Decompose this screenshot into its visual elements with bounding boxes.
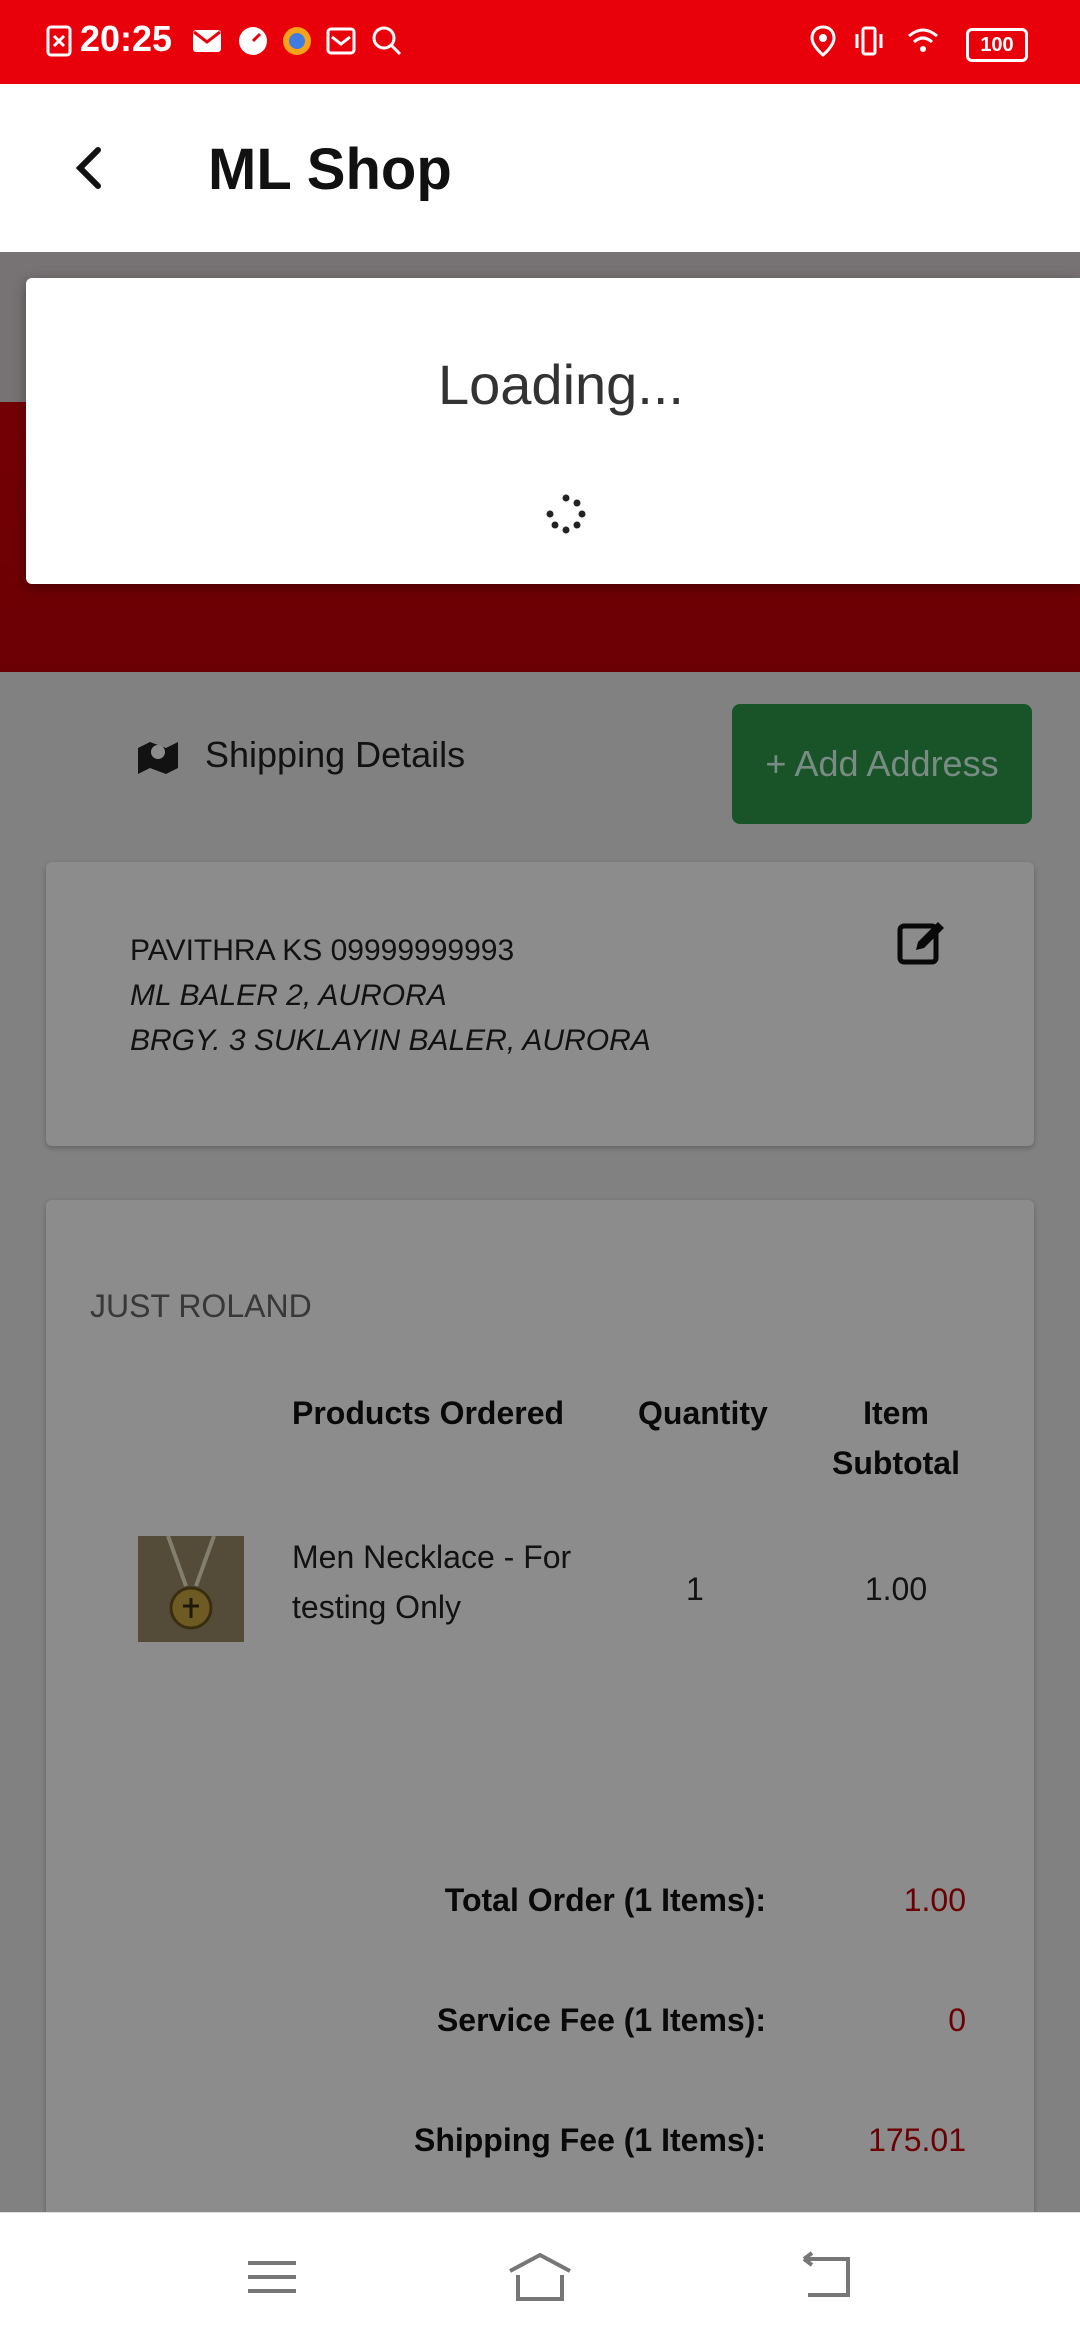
back-nav-icon[interactable] [796,2249,856,2305]
battery-indicator: 100 [966,28,1028,62]
location-icon [810,25,836,57]
loading-dialog: Loading... [26,278,1080,584]
status-time: 20:25 [80,18,173,59]
browser-icon [283,27,311,55]
vibrate-icon [855,26,883,56]
speedometer-icon [239,27,267,55]
calendar-mail-icon [326,27,356,55]
app-header: ML Shop [0,84,1080,254]
loading-spinner-icon [546,494,586,534]
status-bar: 20:25 100 [0,0,1080,84]
page-title: ML Shop [208,137,452,202]
sim-icon [46,25,72,57]
home-icon[interactable] [506,2249,574,2305]
back-arrow-icon[interactable] [60,138,120,198]
wifi-icon [908,28,938,52]
mail-icon [193,30,221,52]
search-icon [372,26,402,56]
loading-text: Loading... [438,353,684,416]
system-navigation-bar [0,2212,1080,2341]
menu-icon[interactable] [242,2249,302,2305]
